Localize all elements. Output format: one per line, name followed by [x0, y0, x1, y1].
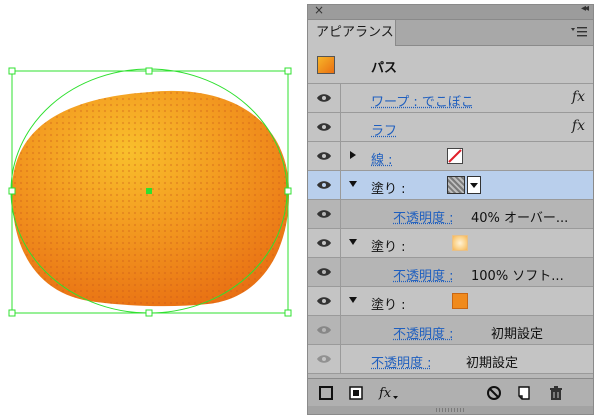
appearance-row-fill-3-opacity[interactable]: 不透明度 : 初期設定: [308, 316, 593, 345]
appearance-row-fill-1-opacity[interactable]: 不透明度 : 40% オーバー...: [308, 200, 593, 229]
appearance-row-roughen[interactable]: ラフ fx: [308, 113, 593, 142]
add-new-effect-icon[interactable]: fx: [378, 385, 400, 401]
panel-resize-grip[interactable]: [308, 406, 593, 414]
appearance-panel: × ◂◂ アピアランス パス ワープ : でこぼこ fx ラフ fx 線: 塗…: [307, 3, 594, 415]
fill-label[interactable]: 塗り :: [371, 294, 406, 313]
eye-column: [308, 316, 341, 344]
clear-appearance-icon[interactable]: [486, 385, 502, 401]
visibility-eye-icon[interactable]: [316, 325, 332, 335]
gradient-swatch-icon[interactable]: [452, 235, 468, 251]
opacity-link[interactable]: 不透明度 :: [371, 352, 432, 371]
svg-text:fx: fx: [378, 386, 392, 401]
eye-column: [308, 200, 341, 228]
opacity-link[interactable]: 不透明度 :: [393, 265, 454, 284]
stroke-label-link[interactable]: 線 :: [371, 149, 393, 168]
eye-column: [308, 113, 341, 141]
fill-label[interactable]: 塗り :: [371, 178, 406, 197]
collapse-icon[interactable]: ◂◂: [581, 3, 589, 14]
opacity-value: 40% オーバー...: [471, 211, 569, 226]
add-new-fill-icon[interactable]: [348, 385, 364, 401]
add-new-stroke-icon[interactable]: [318, 385, 334, 401]
visibility-eye-icon[interactable]: [316, 267, 332, 277]
eye-column: [308, 258, 341, 286]
collapse-triangle-icon[interactable]: [348, 295, 358, 305]
center-point: [146, 188, 152, 194]
pattern-swatch-icon[interactable]: [447, 176, 465, 194]
visibility-eye-icon[interactable]: [316, 238, 332, 248]
duplicate-item-icon[interactable]: [516, 385, 532, 401]
appearance-row-fill-2[interactable]: 塗り :: [308, 229, 593, 258]
expand-triangle-icon[interactable]: [348, 150, 358, 160]
close-icon[interactable]: ×: [314, 3, 324, 17]
fill-label[interactable]: 塗り :: [371, 236, 406, 255]
artboard-canvas[interactable]: [0, 0, 300, 417]
opacity-value: 初期設定: [491, 327, 544, 342]
path-thumbnail-icon: [317, 56, 335, 74]
eye-column: [308, 287, 341, 315]
appearance-row-fill-1[interactable]: 塗り :: [308, 171, 593, 200]
path-label: パス: [371, 61, 398, 76]
eye-column: [308, 84, 341, 112]
fx-icon[interactable]: fx: [572, 118, 585, 134]
collapse-triangle-icon[interactable]: [348, 237, 358, 247]
visibility-eye-icon[interactable]: [316, 151, 332, 161]
visibility-eye-icon[interactable]: [316, 180, 332, 190]
appearance-row-warp[interactable]: ワープ : でこぼこ fx: [308, 84, 593, 113]
stroke-none-swatch-icon[interactable]: [447, 148, 463, 164]
roughen-effect-link[interactable]: ラフ: [371, 120, 397, 139]
opacity-link[interactable]: 不透明度 :: [393, 207, 454, 226]
appearance-row-stroke[interactable]: 線 :: [308, 142, 593, 171]
panel-bottom-toolbar: fx: [308, 378, 593, 406]
visibility-eye-icon[interactable]: [316, 209, 332, 219]
collapse-triangle-icon[interactable]: [348, 179, 358, 189]
fx-icon[interactable]: fx: [572, 89, 585, 105]
eye-column: [308, 229, 341, 257]
panel-menu-icon[interactable]: [571, 26, 587, 38]
tab-appearance[interactable]: アピアランス: [308, 20, 396, 46]
swatch-dropdown-button[interactable]: [467, 176, 481, 194]
visibility-eye-icon[interactable]: [316, 122, 332, 132]
orange-fill-swatch-icon[interactable]: [452, 293, 468, 309]
panel-tab-bar: アピアランス: [308, 20, 593, 46]
warp-effect-link[interactable]: ワープ : でこぼこ: [371, 91, 474, 110]
panel-title-bar: × ◂◂: [308, 3, 593, 20]
chevron-down-icon: [470, 183, 478, 188]
appearance-row-object-opacity[interactable]: 不透明度 : 初期設定: [308, 345, 593, 374]
visibility-eye-icon[interactable]: [316, 296, 332, 306]
opacity-value: 100% ソフト...: [471, 269, 564, 284]
orange-artwork[interactable]: [12, 90, 290, 307]
visibility-eye-icon[interactable]: [316, 354, 332, 364]
eye-column: [308, 142, 341, 170]
appearance-row-fill-2-opacity[interactable]: 不透明度 : 100% ソフト...: [308, 258, 593, 287]
appearance-row-fill-3[interactable]: 塗り :: [308, 287, 593, 316]
eye-column: [308, 345, 341, 373]
visibility-eye-icon[interactable]: [316, 93, 332, 103]
appearance-row-path[interactable]: パス: [308, 46, 593, 84]
opacity-link[interactable]: 不透明度 :: [393, 323, 454, 342]
delete-item-icon[interactable]: [548, 385, 564, 401]
opacity-value: 初期設定: [466, 356, 519, 371]
eye-column: [308, 171, 341, 199]
